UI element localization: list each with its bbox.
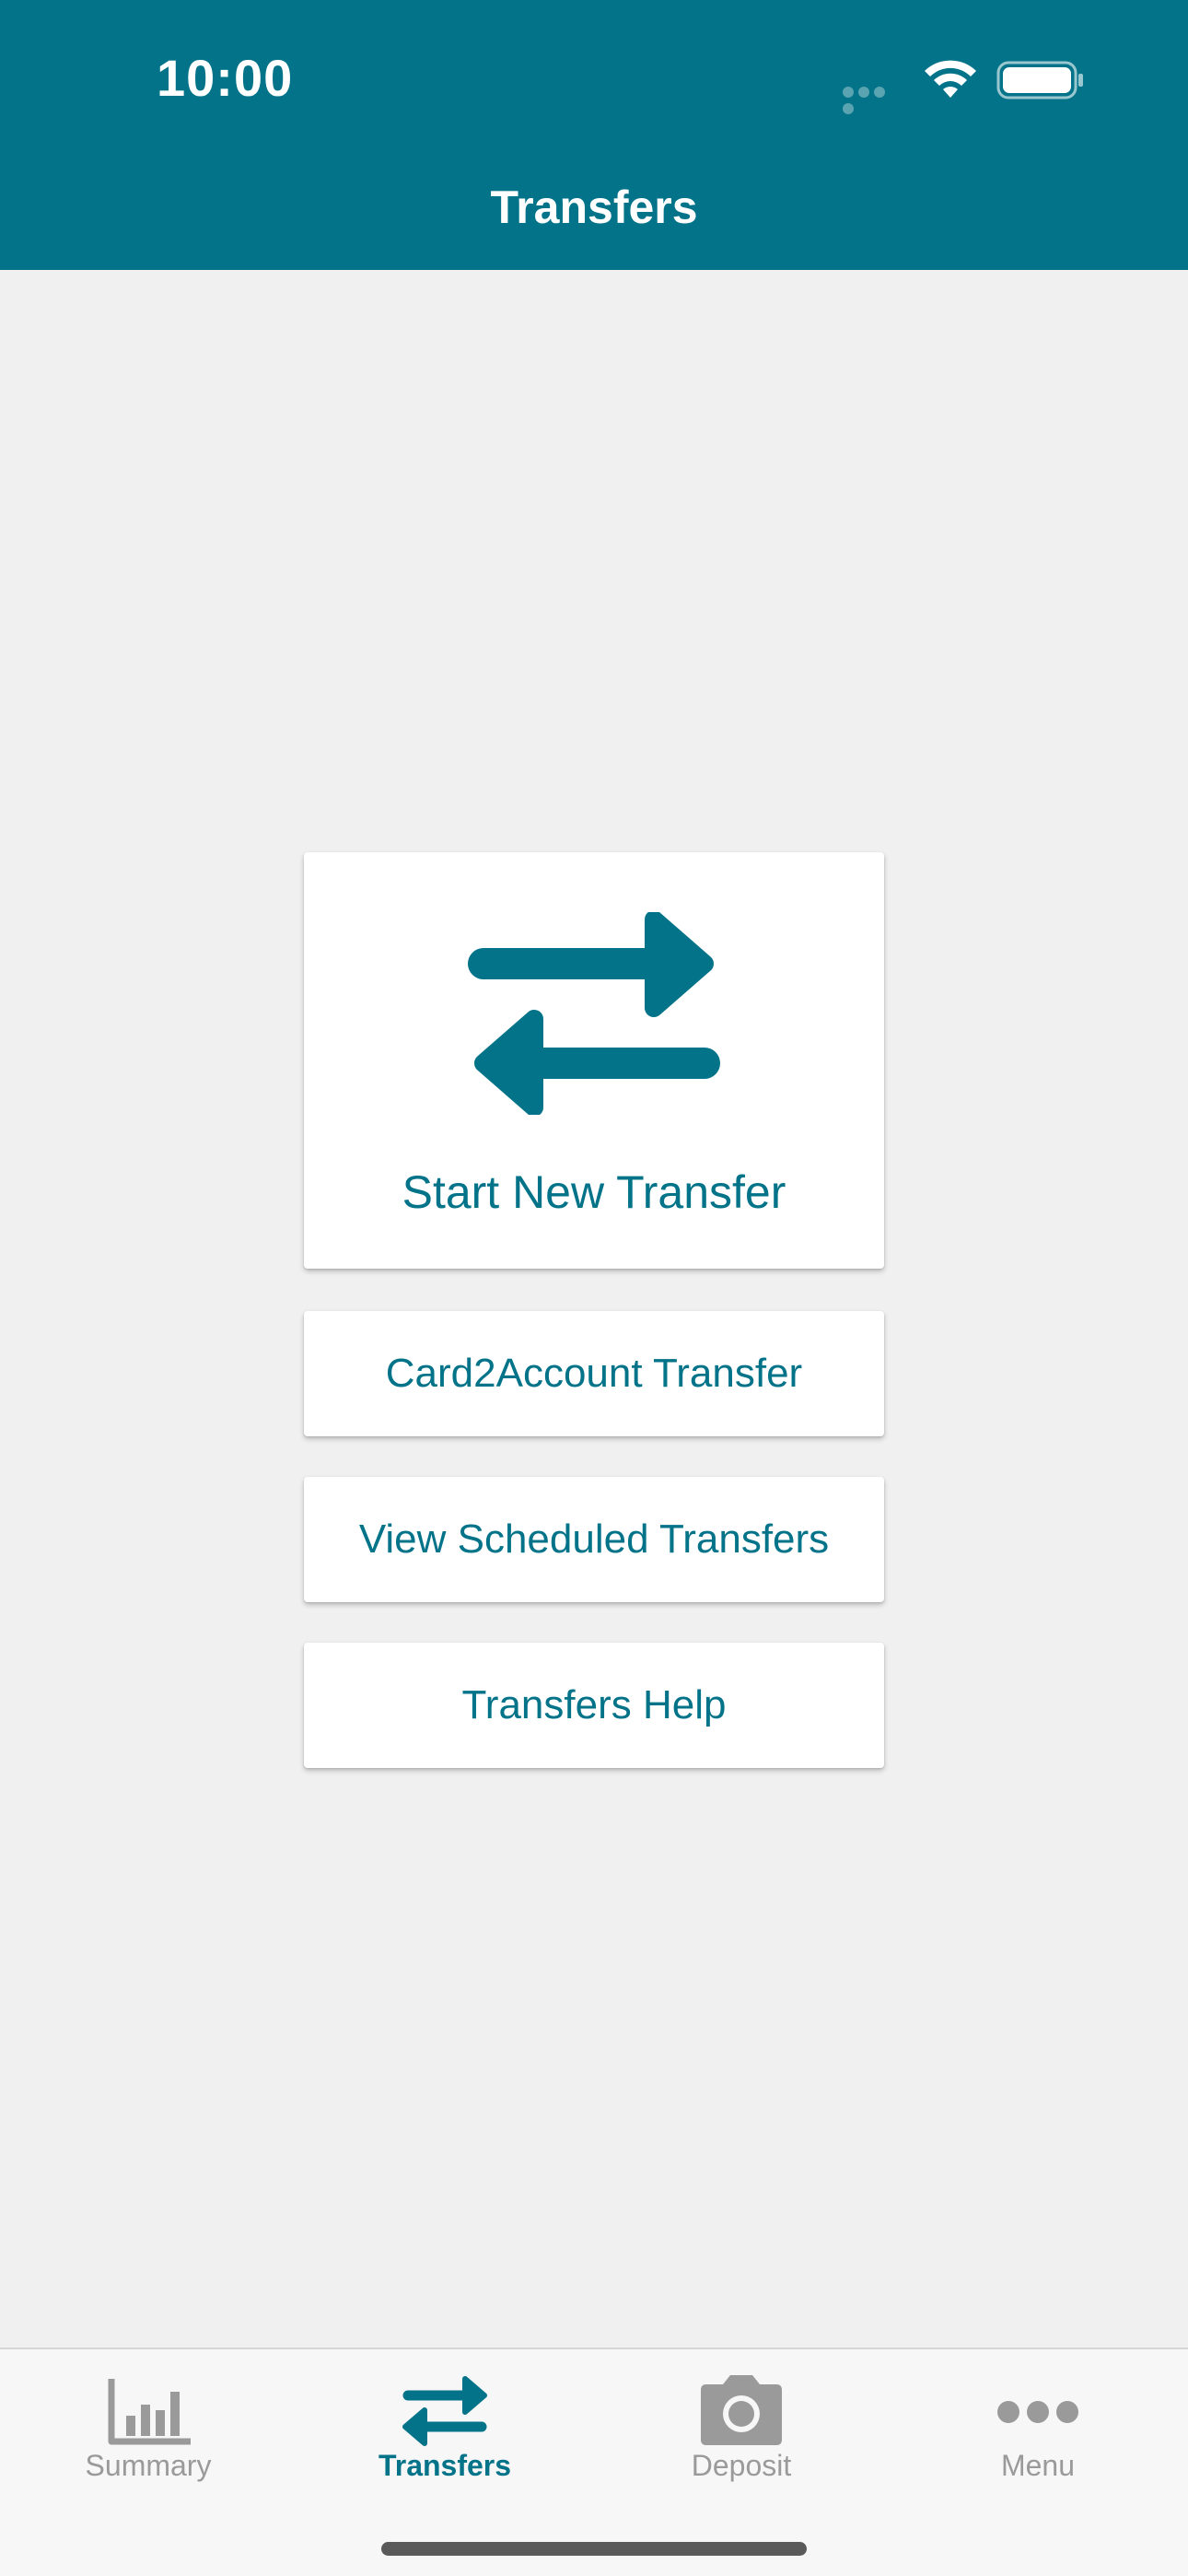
- page-title: Transfers: [490, 181, 698, 233]
- transfers-help-button[interactable]: Transfers Help: [304, 1643, 884, 1768]
- camera-icon: [701, 2375, 782, 2445]
- tab-deposit[interactable]: Deposit: [593, 2349, 890, 2497]
- tab-summary[interactable]: Summary: [0, 2349, 297, 2497]
- tab-transfers[interactable]: Transfers: [297, 2349, 593, 2497]
- transfers-screen: 10:00 Transfers Start New Transfer Card2…: [0, 0, 1188, 2576]
- card2account-transfer-button[interactable]: Card2Account Transfer: [304, 1311, 884, 1436]
- transfer-arrows-icon: [402, 2376, 487, 2446]
- tab-deposit-label: Deposit: [691, 2449, 792, 2482]
- battery-icon: [996, 61, 1083, 100]
- tab-summary-label: Summary: [85, 2449, 212, 2482]
- bar-chart-icon: [108, 2379, 191, 2445]
- tab-transfers-label: Transfers: [378, 2449, 512, 2482]
- wifi-icon: [925, 60, 976, 98]
- more-dots-icon: [997, 2401, 1078, 2423]
- header: 10:00 Transfers: [0, 0, 1188, 270]
- status-time: 10:00: [157, 49, 294, 107]
- transfer-arrows-icon: [468, 912, 720, 1115]
- cellular-signal-icon: [843, 86, 903, 114]
- home-indicator: [381, 2542, 807, 2556]
- tab-menu[interactable]: Menu: [890, 2349, 1186, 2497]
- start-new-transfer-button[interactable]: Start New Transfer: [304, 852, 884, 1269]
- tab-menu-label: Menu: [1000, 2449, 1076, 2482]
- view-scheduled-transfers-button[interactable]: View Scheduled Transfers: [304, 1477, 884, 1602]
- start-new-transfer-label: Start New Transfer: [402, 1166, 786, 1218]
